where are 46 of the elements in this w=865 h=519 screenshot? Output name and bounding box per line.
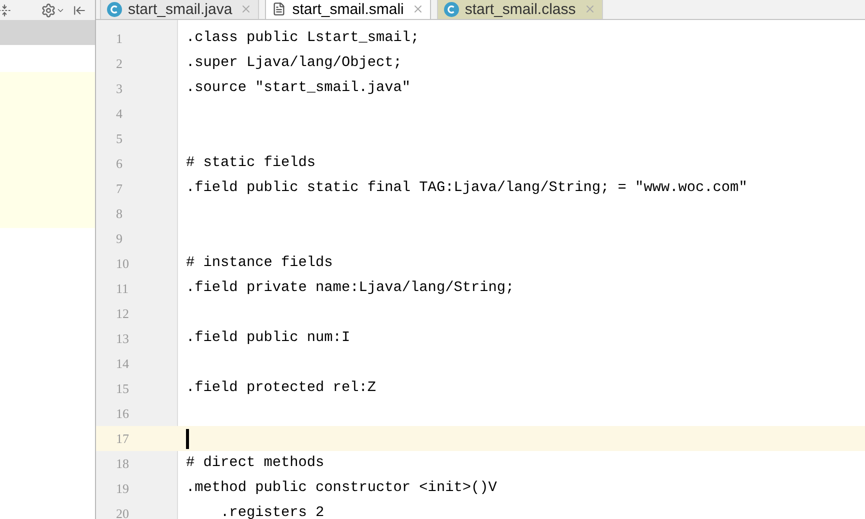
code-line: # direct methods [186,454,324,473]
line-number: 5 [115,130,124,148]
line-number: 3 [115,80,124,98]
code-line: .field public num:I [186,328,350,348]
line-number: 10 [115,254,130,273]
code-line: .super Ljava/lang/Object; [186,54,402,73]
line-number: 19 [115,480,130,498]
tab-label: start_smail.class [464,2,576,16]
line-number: 2 [115,54,124,73]
editor-tab[interactable]: start_smail.smali [265,0,431,19]
code-line: .field protected rel:Z [186,378,376,398]
line-number: 7 [115,180,124,198]
code-line: .field public static final TAG:Ljava/lang/String; = "www.woc.com" [186,178,748,198]
tab-label: start_smail.smali [292,2,404,16]
line-number: 9 [115,230,124,248]
code-line: .registers 2 [220,504,324,519]
line-number: 15 [115,380,130,398]
line-number: 14 [115,354,130,373]
editor-tab[interactable]: start_smail.class [436,0,603,19]
code-line: .method public constructor <init>()V [186,478,497,498]
hide-panel-icon[interactable] [73,4,86,16]
line-number: 16 [115,404,130,423]
class-icon [444,2,459,16]
line-number: 8 [115,204,124,223]
line-number: 18 [115,454,130,473]
line-number: 20 [115,504,130,519]
class-icon [107,2,122,16]
line-number: 6 [115,154,124,173]
line-number: 1 [115,30,124,48]
editor-tab[interactable]: start_smail.java [100,0,260,19]
line-number: 17 [115,430,130,448]
line-number: 13 [115,330,130,348]
line-number: 4 [115,104,124,123]
file-icon [272,2,286,16]
settings-icon [41,2,56,18]
code-line: .source "start_smail.java" [186,78,411,98]
settings-menu[interactable] [41,2,65,18]
line-number: 11 [115,280,130,298]
tab-label: start_smail.java [128,2,232,16]
line-number: 12 [115,304,130,323]
text-cursor [186,428,189,448]
code-line: .field private name:Ljava/lang/String; [186,278,514,298]
code-line: # static fields [186,154,316,173]
collapse-icon[interactable] [0,4,11,16]
code-line: .class public Lstart_smail; [186,28,420,48]
code-line: # instance fields [186,254,333,273]
